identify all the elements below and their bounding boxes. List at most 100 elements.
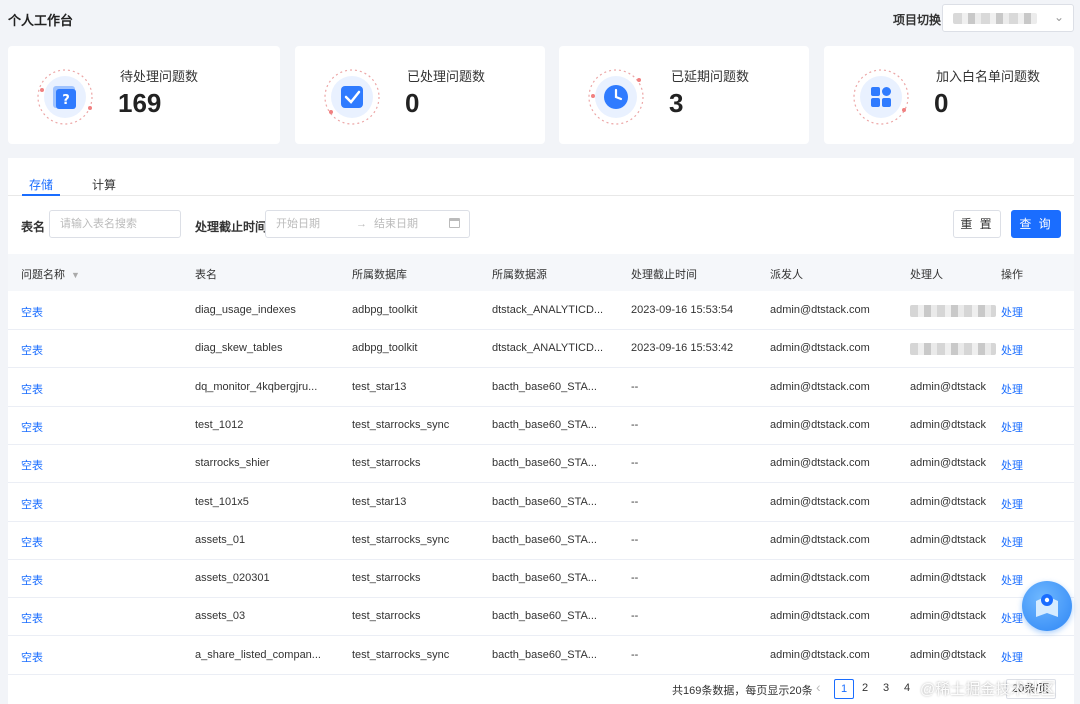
- page-button[interactable]: 3: [876, 679, 896, 699]
- card-label: 已处理问题数: [407, 69, 486, 84]
- process-link[interactable]: 处理: [1001, 381, 1023, 397]
- column-header: 处理截止时间: [631, 269, 697, 281]
- process-link[interactable]: 处理: [1001, 496, 1023, 512]
- issue-name-link[interactable]: 空表: [21, 342, 43, 358]
- card-value: 3: [669, 88, 684, 118]
- dispatcher-cell: admin@dtstack.com: [770, 380, 870, 393]
- card-value: 0: [405, 88, 420, 118]
- table-header: 问题名称 ▼ 表名 所属数据库 所属数据源 处理截止时间 派发人 处理人 操作: [8, 254, 1074, 291]
- project-select[interactable]: ⌄: [942, 4, 1074, 32]
- pagination-summary: 共169条数据，每页显示20条: [672, 685, 813, 697]
- deadline-cell: 2023-09-16 15:53:54: [631, 304, 734, 316]
- process-link[interactable]: 处理: [1001, 304, 1023, 320]
- filter-icon[interactable]: ▼: [71, 270, 80, 280]
- start-date-input[interactable]: 开始日期: [276, 211, 320, 237]
- reset-button[interactable]: 重 置: [953, 210, 1001, 238]
- handler-cell: admin@dtstack: [910, 533, 986, 546]
- table-name-label: 表名: [21, 220, 46, 234]
- project-name-redacted: [953, 13, 1037, 24]
- table-row: 空表 diag_skew_tables adbpg_toolkit dtstack_A…: [8, 330, 1074, 369]
- datasource-cell: bacth_base60_STA...: [492, 572, 597, 585]
- issue-name-link[interactable]: 空表: [21, 304, 43, 320]
- table-name-cell: dq_monitor_4kqbergjru...: [195, 380, 318, 393]
- database-cell: test_starrocks_sync: [352, 533, 450, 546]
- database-cell: adbpg_toolkit: [352, 342, 418, 355]
- table-name-cell: starrocks_shier: [195, 457, 270, 470]
- deadline-cell: --: [631, 572, 639, 585]
- card-whitelist: 加入白名单问题数 0: [824, 46, 1074, 144]
- table-row: 空表 assets_020301 test_starrocks bacth_base6…: [8, 560, 1074, 599]
- deadline-cell: 2023-09-16 15:53:42: [631, 342, 734, 355]
- process-link[interactable]: 处理: [1001, 649, 1023, 665]
- issue-name-link[interactable]: 空表: [21, 457, 43, 473]
- database-cell: test_starrocks: [352, 457, 421, 470]
- dispatcher-cell: admin@dtstack.com: [770, 533, 870, 546]
- issue-name-link[interactable]: 空表: [21, 572, 43, 588]
- handler-cell: admin@dtstack: [910, 495, 986, 508]
- dispatcher-cell: admin@dtstack.com: [770, 648, 870, 661]
- table-row: 空表 assets_01 test_starrocks_sync bacth_base…: [8, 521, 1074, 560]
- chevron-left-icon[interactable]: ‹: [816, 679, 821, 695]
- deadline-range-picker[interactable]: 开始日期 → 结束日期: [265, 210, 470, 238]
- datasource-cell: bacth_base60_STA...: [492, 380, 597, 393]
- column-header: 所属数据库: [352, 269, 407, 281]
- table-row: 空表 test_1012 test_starrocks_sync bacth_base…: [8, 406, 1074, 445]
- table-row: 空表 assets_03 test_starrocks bacth_base60_ST…: [8, 598, 1074, 637]
- process-link[interactable]: 处理: [1001, 457, 1023, 473]
- card-label: 待处理问题数: [120, 69, 199, 84]
- datasource-cell: bacth_base60_STA...: [492, 610, 597, 623]
- dispatcher-cell: admin@dtstack.com: [770, 495, 870, 508]
- page-button[interactable]: 2: [855, 679, 875, 699]
- card-label: 加入白名单问题数: [936, 69, 1041, 84]
- deadline-cell: --: [631, 610, 639, 623]
- query-button[interactable]: 查 询: [1011, 210, 1061, 238]
- question-icon: ?: [37, 69, 93, 125]
- table-row: 空表 a_share_listed_compan... test_starrocks…: [8, 636, 1074, 675]
- database-cell: adbpg_toolkit: [352, 304, 418, 316]
- top-bar: 个人工作台 项目切换 ⌄: [0, 0, 1080, 38]
- tab-bar: 存储 计算: [8, 158, 1074, 196]
- dispatcher-cell: admin@dtstack.com: [770, 342, 870, 355]
- issue-name-link[interactable]: 空表: [21, 496, 43, 512]
- table-name-cell: assets_01: [195, 533, 246, 546]
- chevron-down-icon: ⌄: [1053, 10, 1064, 24]
- issues-panel: 存储 计算 表名 请输入表名搜索 处理截止时间 开始日期 → 结束日期 重 置 …: [8, 158, 1074, 704]
- card-label: 已延期问题数: [671, 69, 750, 84]
- tab-storage[interactable]: 存储: [29, 176, 53, 193]
- issue-name-link[interactable]: 空表: [21, 610, 43, 626]
- issue-name-link[interactable]: 空表: [21, 381, 43, 397]
- process-link[interactable]: 处理: [1001, 419, 1023, 435]
- process-link[interactable]: 处理: [1001, 572, 1023, 588]
- issue-name-link[interactable]: 空表: [21, 649, 43, 665]
- tab-compute[interactable]: 计算: [92, 176, 116, 193]
- handler-cell: admin@dtstack: [910, 380, 986, 393]
- issue-name-link[interactable]: 空表: [21, 419, 43, 435]
- assistant-float-button[interactable]: [1022, 581, 1072, 631]
- table-row: 空表 test_101x5 test_star13 bacth_base60_STA.…: [8, 483, 1074, 522]
- card-delayed: 已延期问题数 3: [559, 46, 809, 144]
- card-value: 169: [118, 88, 162, 118]
- project-switch-label: 项目切换: [893, 13, 942, 27]
- datasource-cell: bacth_base60_STA...: [492, 457, 597, 470]
- process-link[interactable]: 处理: [1001, 610, 1023, 626]
- map-pin-icon: [1036, 594, 1058, 617]
- table-row: 空表 diag_usage_indexes adbpg_toolkit dtstack…: [8, 292, 1074, 330]
- handler-cell: admin@dtstack: [910, 610, 986, 623]
- issue-name-link[interactable]: 空表: [21, 534, 43, 550]
- process-link[interactable]: 处理: [1001, 342, 1023, 358]
- deadline-cell: --: [631, 495, 639, 508]
- process-link[interactable]: 处理: [1001, 534, 1023, 550]
- dispatcher-cell: admin@dtstack.com: [770, 610, 870, 623]
- page-button[interactable]: 4: [897, 679, 917, 699]
- table-name-search-input[interactable]: 请输入表名搜索: [49, 210, 181, 238]
- handler-cell: admin@dtstack: [910, 418, 986, 431]
- datasource-cell: bacth_base60_STA...: [492, 418, 597, 431]
- database-cell: test_starrocks_sync: [352, 648, 450, 661]
- end-date-input[interactable]: 结束日期: [374, 211, 418, 237]
- table-name-cell: diag_usage_indexes: [195, 304, 296, 316]
- card-processed: 已处理问题数 0: [295, 46, 545, 144]
- dispatcher-cell: admin@dtstack.com: [770, 418, 870, 431]
- page-button[interactable]: 1: [834, 679, 854, 699]
- calendar-icon: [449, 218, 460, 228]
- handler-redacted: [910, 305, 996, 317]
